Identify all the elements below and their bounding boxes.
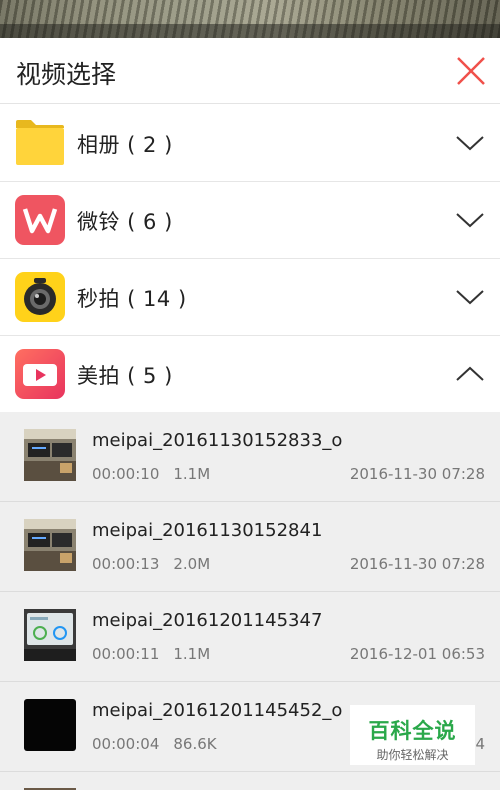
video-meta: 00:00:04 86.6K (92, 735, 217, 753)
chevron-down-icon[interactable] (455, 209, 485, 231)
video-thumbnail (24, 609, 76, 661)
video-date: 2016-11-30 07:28 (349, 555, 485, 573)
watermark-subtitle: 助你轻松解决 (376, 748, 449, 762)
chevron-up-icon[interactable] (455, 363, 485, 385)
dialog-header: 视频选择 (0, 38, 500, 104)
folder-icon (16, 120, 64, 165)
video-meta: 00:00:10 1.1M (92, 465, 210, 483)
video-size: 2.0M (173, 555, 211, 573)
close-icon[interactable] (454, 54, 488, 88)
video-date: 4 (475, 735, 485, 753)
category-label: 美拍 ( 5 ) (77, 364, 173, 388)
video-date: 2016-11-30 07:28 (349, 465, 485, 483)
category-weiling[interactable]: 微铃 ( 6 ) (0, 182, 500, 259)
category-label: 相册 ( 2 ) (77, 133, 173, 157)
background-photo (0, 0, 500, 38)
video-filename: meipai_20161130152841 (92, 520, 323, 541)
list-item[interactable] (0, 772, 500, 790)
video-duration: 00:00:13 (92, 555, 160, 573)
watermark-title: 百科全说 (368, 719, 457, 743)
video-thumbnail (24, 699, 76, 751)
miaopai-app-icon (15, 272, 65, 322)
video-duration: 00:00:04 (92, 735, 160, 753)
video-size: 1.1M (173, 645, 211, 663)
video-duration: 00:00:10 (92, 465, 160, 483)
video-date: 2016-12-01 06:53 (349, 645, 485, 663)
weiling-app-icon (15, 195, 65, 245)
list-item[interactable]: meipai_20161130152833_o 00:00:10 1.1M 201… (0, 412, 500, 502)
category-label: 秒拍 ( 14 ) (77, 287, 187, 311)
list-item[interactable]: meipai_20161130152841 00:00:13 2.0M 2016-… (0, 502, 500, 592)
video-duration: 00:00:11 (92, 645, 160, 663)
video-filename: meipai_20161201145347 (92, 610, 323, 631)
meipai-app-icon (15, 349, 65, 399)
video-size: 86.6K (173, 735, 217, 753)
video-meta: 00:00:11 1.1M (92, 645, 210, 663)
dialog-title: 视频选择 (16, 60, 117, 89)
category-miaopai[interactable]: 秒拍 ( 14 ) (0, 259, 500, 336)
video-filename: meipai_20161201145452_o (92, 700, 343, 721)
video-size: 1.1M (173, 465, 211, 483)
video-thumbnail (24, 429, 76, 481)
category-label: 微铃 ( 6 ) (77, 210, 173, 234)
category-meipai[interactable]: 美拍 ( 5 ) (0, 336, 500, 413)
video-meta: 00:00:13 2.0M (92, 555, 210, 573)
watermark: 百科全说 助你轻松解决 (350, 705, 475, 765)
video-thumbnail (24, 519, 76, 571)
list-item[interactable]: meipai_20161201145347 00:00:11 1.1M 2016-… (0, 592, 500, 682)
category-album[interactable]: 相册 ( 2 ) (0, 105, 500, 182)
video-filename: meipai_20161130152833_o (92, 430, 343, 451)
chevron-down-icon[interactable] (455, 286, 485, 308)
chevron-down-icon[interactable] (455, 132, 485, 154)
